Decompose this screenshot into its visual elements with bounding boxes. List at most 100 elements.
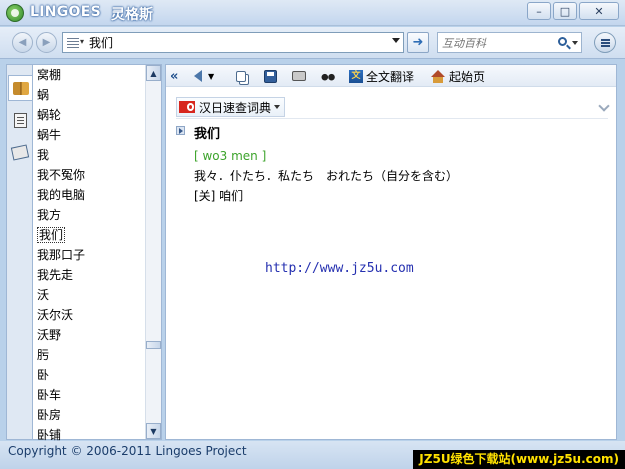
word-list: 窝棚蜗蜗轮蜗牛我我不冤你我的电脑我方我们我那口子我先走沃沃尔沃 沃野肟卧卧车卧房卧… <box>33 65 145 445</box>
save-button[interactable] <box>264 68 277 84</box>
minimize-button[interactable]: – <box>527 2 551 20</box>
home-button[interactable]: 起始页 <box>431 68 485 84</box>
pronounce-dropdown-icon[interactable]: ▼ <box>208 72 214 81</box>
list-item[interactable]: 卧房 <box>33 405 145 425</box>
entry-expand-icon[interactable] <box>176 126 185 135</box>
notes-icon <box>13 112 27 128</box>
print-button[interactable] <box>292 68 306 84</box>
forward-arrow-icon: ▶ <box>42 37 51 48</box>
tab-cards[interactable] <box>9 139 31 165</box>
full-translate-button[interactable]: 文全文翻译 <box>349 68 414 84</box>
list-item[interactable]: 我们 <box>33 225 145 245</box>
save-icon <box>264 69 277 83</box>
list-item-label: 我方 <box>37 208 62 222</box>
collapse-button[interactable]: « <box>170 68 178 84</box>
search-mode-icon[interactable] <box>67 38 79 48</box>
list-item[interactable]: 我方 <box>33 205 145 225</box>
chevron-down-icon: ▼ <box>150 426 157 436</box>
list-item[interactable]: 我不冤你 <box>33 165 145 185</box>
home-icon <box>431 69 445 83</box>
list-item-label: 肟 <box>37 348 50 362</box>
menu-icon <box>600 38 610 47</box>
meaning: 我々．仆たち．私たち おれたち（自分を含む） <box>194 169 459 183</box>
chevron-down-icon <box>274 105 281 109</box>
list-item-label: 我的电脑 <box>37 188 86 202</box>
maximize-button[interactable]: □ <box>553 2 577 20</box>
list-item[interactable]: 卧 <box>33 365 145 385</box>
search-icon[interactable] <box>558 37 567 46</box>
main-toolbar: ◀ ▶ ▾ ➜ <box>0 27 625 59</box>
list-item-label: 我那口子 <box>37 248 86 262</box>
search-mode-dropdown-icon[interactable]: ▾ <box>80 37 84 46</box>
back-button[interactable]: ◀ <box>12 32 33 53</box>
app-brand-cn: 灵格斯 <box>111 7 153 23</box>
main-menu-button[interactable] <box>594 32 616 53</box>
back-arrow-icon: ◀ <box>18 37 27 48</box>
go-arrow-icon: ➜ <box>412 35 424 50</box>
dictionary-selector[interactable]: 汉日速查词典 <box>176 97 286 117</box>
minimize-icon: – <box>536 4 542 18</box>
lingoes-logo-icon <box>6 4 24 22</box>
list-item[interactable]: 肟 <box>33 345 145 365</box>
list-item[interactable]: 我的电脑 <box>33 185 145 205</box>
list-item[interactable]: 沃野 <box>33 325 145 345</box>
scroll-down-button[interactable]: ▼ <box>146 423 161 439</box>
list-item[interactable]: 蜗轮 <box>33 105 145 125</box>
full-translate-label: 全文翻译 <box>366 69 415 84</box>
watermark-url: http://www.jz5u.com <box>265 261 414 276</box>
list-item-label: 卧房 <box>37 408 62 422</box>
list-item-label: 蜗牛 <box>37 128 62 142</box>
history-dropdown-icon[interactable] <box>392 38 400 43</box>
status-bar: Copyright © 2006-2011 Lingoes Project JZ… <box>0 441 625 469</box>
title-bar: LINGOES 灵格斯 – □ ✕ <box>0 0 625 26</box>
wiki-search-input[interactable] <box>442 35 552 51</box>
scroll-up-button[interactable]: ▲ <box>146 65 161 81</box>
list-item[interactable]: 我先走 <box>33 265 145 285</box>
list-item-label: 我不冤你 <box>37 168 86 182</box>
wiki-source-dropdown-icon[interactable] <box>572 41 578 45</box>
pronounce-button[interactable]: ▼ <box>194 68 214 84</box>
word-list-panel: 窝棚蜗蜗轮蜗牛我我不冤你我的电脑我方我们我那口子我先走沃沃尔沃 沃野肟卧卧车卧房卧… <box>32 64 162 442</box>
copy-icon <box>236 70 246 82</box>
close-icon: ✕ <box>594 4 604 18</box>
site-badge: JZ5U绿色下载站(www.jz5u.com) <box>413 450 625 469</box>
list-item[interactable]: 窝棚 <box>33 65 145 85</box>
chinese-japanese-flag-icon <box>179 101 195 113</box>
list-item-label: 窝棚 <box>37 68 62 82</box>
list-item[interactable]: 沃 <box>33 285 145 305</box>
divider <box>176 118 608 119</box>
headword: 我们 <box>194 127 221 142</box>
printer-icon <box>292 71 306 81</box>
tab-notes[interactable] <box>9 107 31 133</box>
copy-button[interactable] <box>236 68 246 84</box>
list-item-label: 沃 <box>37 288 50 302</box>
book-icon <box>13 81 29 95</box>
binoculars-icon <box>320 70 336 82</box>
list-item[interactable]: 蜗 <box>33 85 145 105</box>
wiki-search-box <box>437 32 582 53</box>
scroll-thumb[interactable] <box>146 341 161 349</box>
close-button[interactable]: ✕ <box>579 2 619 20</box>
list-item-label: 卧铺 <box>37 428 62 442</box>
search-input[interactable] <box>89 34 379 51</box>
find-button[interactable] <box>320 68 336 84</box>
list-item-label: 我 <box>37 148 50 162</box>
pinyin: [ wo3 men ] <box>194 149 267 163</box>
expand-all-chevron-icon[interactable] <box>598 100 610 112</box>
home-label: 起始页 <box>449 69 486 84</box>
tab-dictionary[interactable] <box>8 75 33 101</box>
list-item-label: 蜗轮 <box>37 108 62 122</box>
related-word[interactable]: [关] 咱们 <box>194 187 243 204</box>
speaker-icon <box>194 70 202 82</box>
list-item[interactable]: 我那口子 <box>33 245 145 265</box>
list-item[interactable]: 卧车 <box>33 385 145 405</box>
list-item-label: 我们 <box>37 227 66 243</box>
list-item[interactable]: 我 <box>33 145 145 165</box>
word-list-scrollbar[interactable]: ▲ ▼ <box>145 65 161 439</box>
copyright-text: Copyright © 2006-2011 Lingoes Project <box>8 444 247 458</box>
side-tab-rail <box>6 64 33 440</box>
list-item[interactable]: 蜗牛 <box>33 125 145 145</box>
go-button[interactable]: ➜ <box>407 32 429 53</box>
forward-button[interactable]: ▶ <box>36 32 57 53</box>
list-item[interactable]: 沃尔沃 <box>33 305 145 325</box>
